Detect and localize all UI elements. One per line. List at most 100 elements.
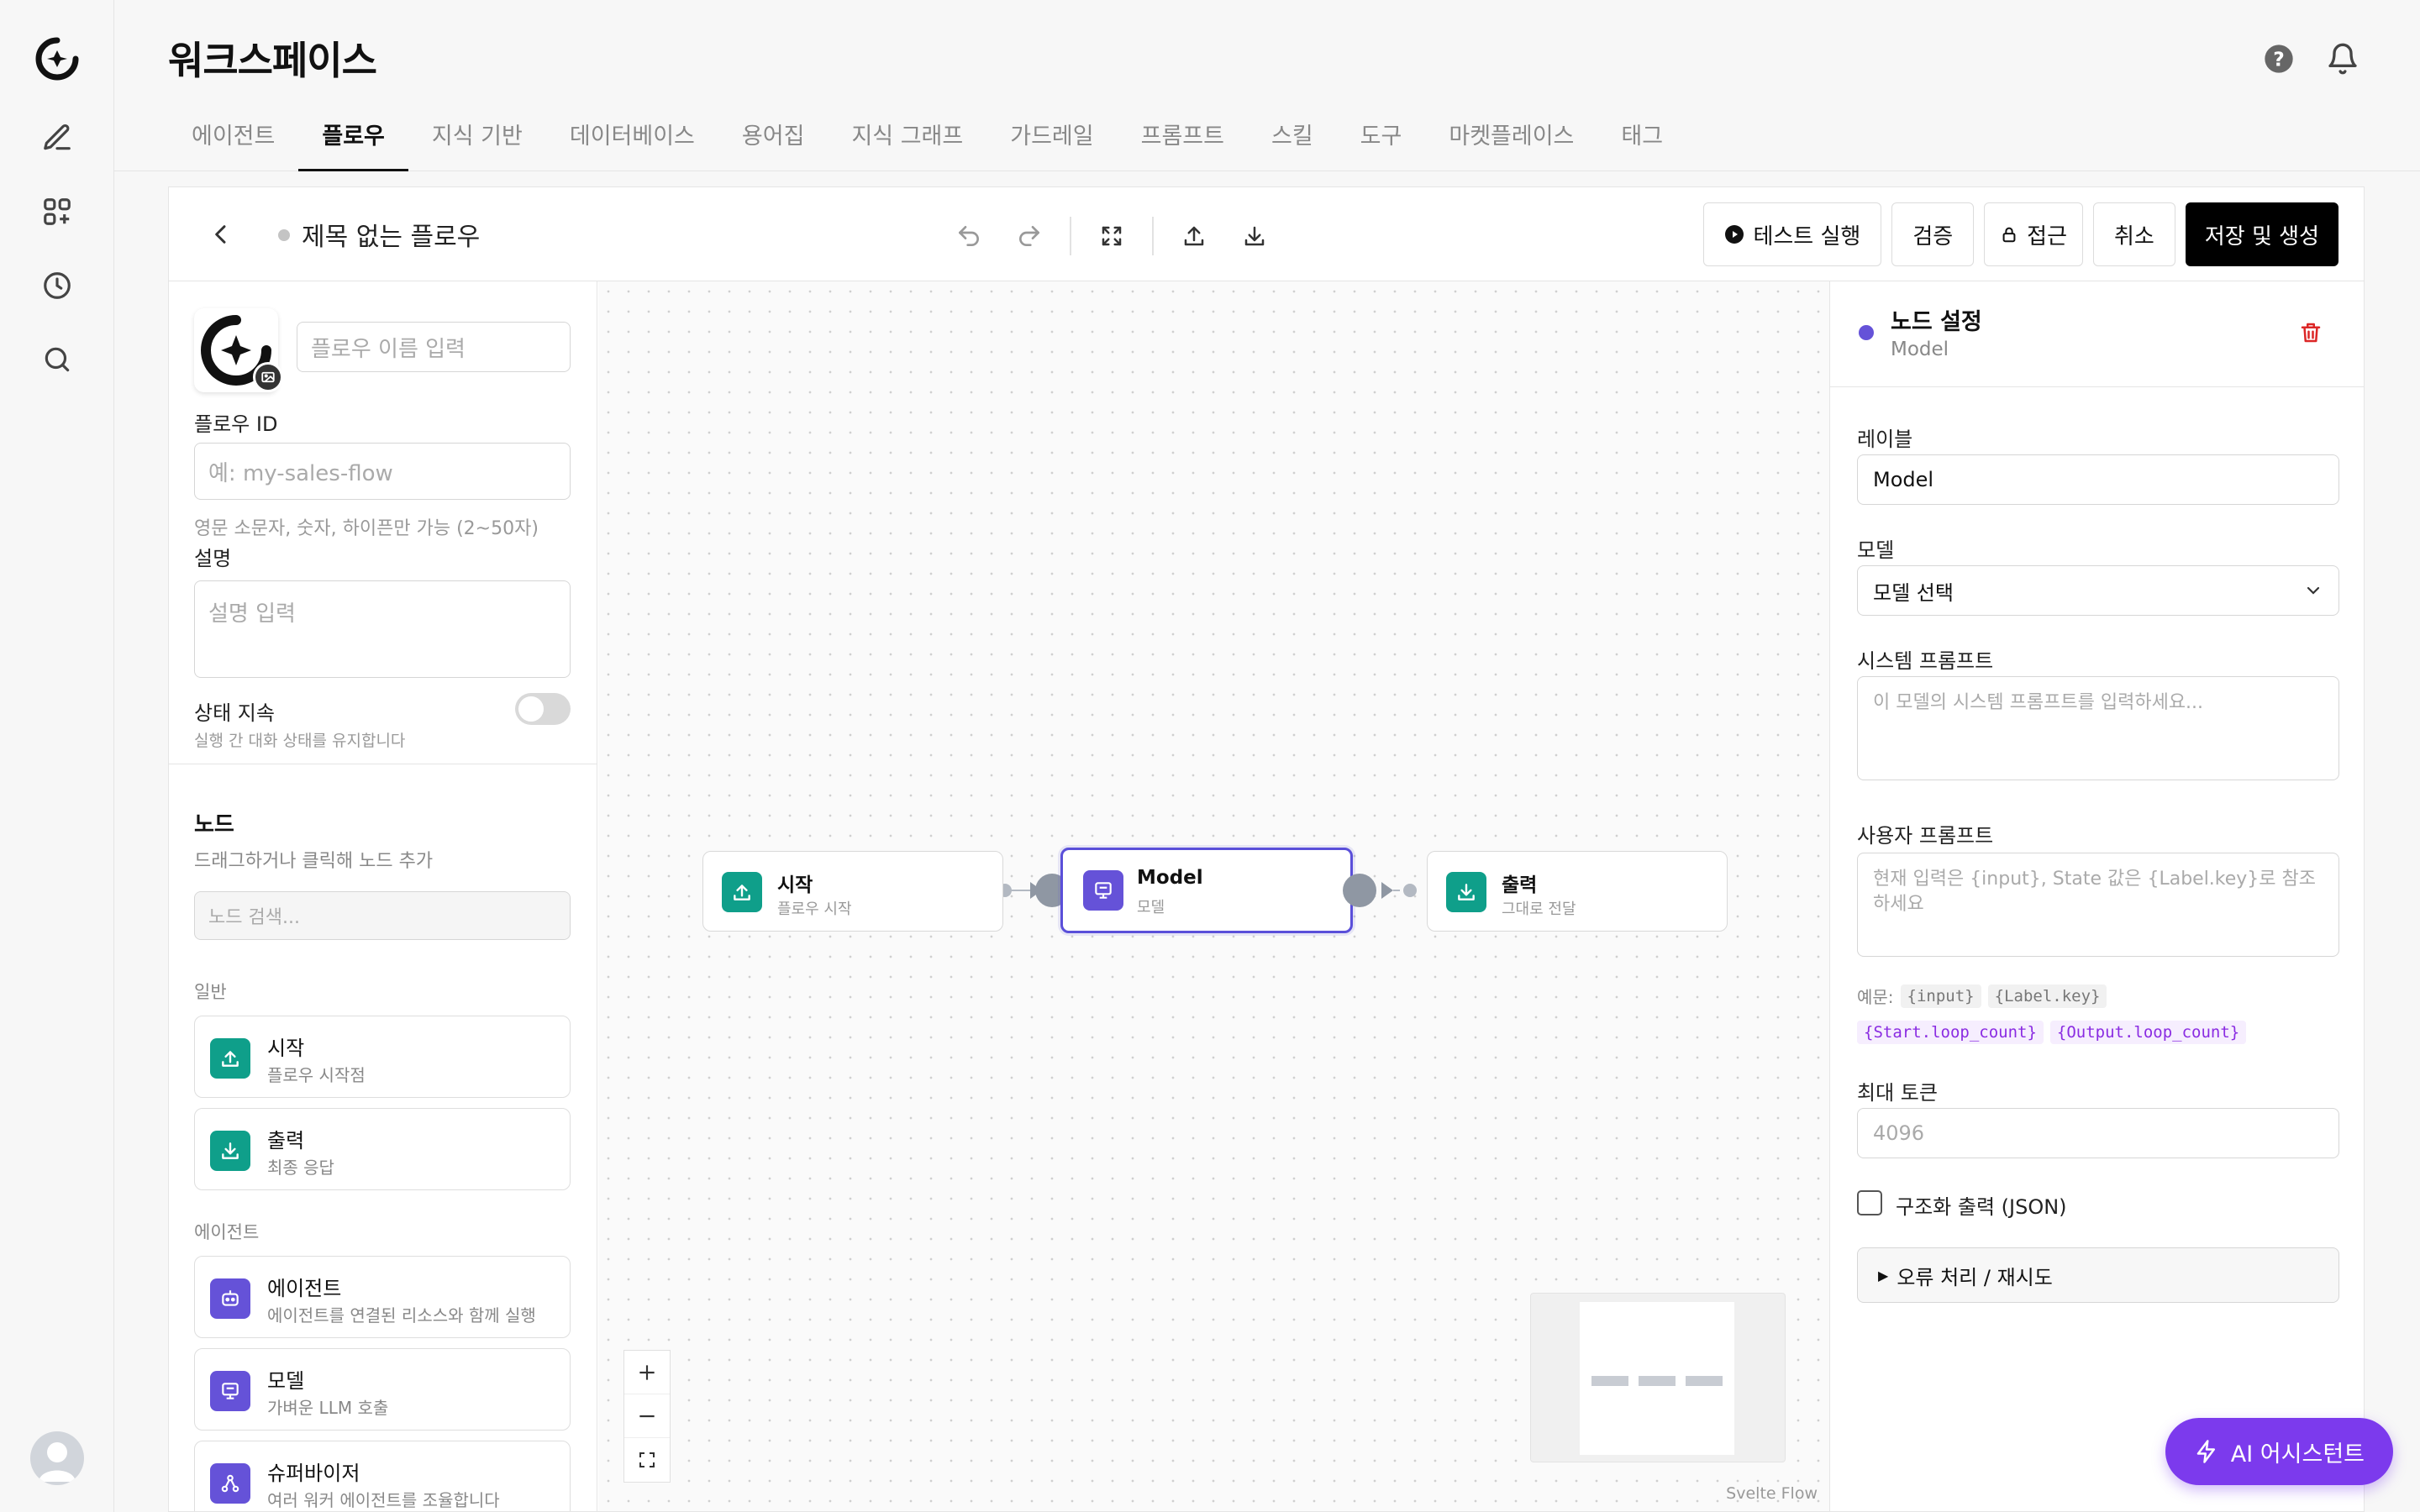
chevron-down-icon [2303, 580, 2323, 601]
user-prompt-label: 사용자 프롬프트 [1857, 824, 1994, 848]
flow-title[interactable]: 제목 없는 플로우 [302, 216, 480, 253]
left-rail [0, 0, 114, 1512]
validate-label: 검증 [1912, 223, 1954, 249]
palette-node-output[interactable]: 출력 최종 응답 [194, 1108, 571, 1190]
palette-node-model[interactable]: 모델 가벼운 LLM 호출 [194, 1348, 571, 1431]
system-prompt-textarea[interactable]: 이 모델의 시스템 프롬프트를 입력하세요... [1857, 676, 2339, 780]
palette-node-title: 출력 [267, 1129, 305, 1152]
minimap-viewport[interactable] [1580, 1302, 1734, 1455]
ai-assistant-button[interactable]: AI 어시스턴트 [2165, 1418, 2393, 1485]
fit-view-icon[interactable] [1090, 214, 1134, 258]
tab-agents[interactable]: 에이전트 [168, 109, 298, 171]
system-prompt-label: 시스템 프롬프트 [1857, 649, 1994, 673]
error-handling-label: 오류 처리 / 재시도 [1897, 1265, 2053, 1289]
zoom-out-icon[interactable] [624, 1394, 670, 1438]
minimap[interactable] [1530, 1293, 1786, 1462]
canvas-node-title: 출력 [1502, 874, 1538, 896]
lock-icon [2000, 225, 2018, 244]
help-icon[interactable]: ? [2262, 42, 2296, 76]
nodes-hint: 드래그하거나 클릭해 노드 추가 [194, 851, 434, 872]
apps-icon[interactable] [37, 192, 77, 232]
cancel-button[interactable]: 취소 [2093, 202, 2175, 266]
flow-name-input[interactable]: 플로우 이름 입력 [297, 322, 571, 372]
back-arrow-icon[interactable] [203, 216, 239, 253]
node-settings-header: 노드 설정 Model [1830, 281, 2364, 387]
palette-node-supervisor[interactable]: 슈퍼바이저 여러 워커 에이전트를 조율합니다 [194, 1441, 571, 1511]
flow-avatar[interactable] [194, 308, 283, 392]
description-textarea[interactable]: 설명 입력 [194, 580, 571, 678]
save-and-create-button[interactable]: 저장 및 생성 [2185, 202, 2338, 266]
error-handling-toggle[interactable]: ▶ 오류 처리 / 재시도 [1857, 1247, 2339, 1303]
palette-node-title: 슈퍼바이저 [267, 1462, 360, 1485]
toolbar-divider [1152, 217, 1154, 255]
delete-node-icon[interactable] [2298, 320, 2323, 345]
tab-skills[interactable]: 스킬 [1248, 109, 1337, 171]
upload-icon [722, 872, 762, 912]
minimap-node [1591, 1376, 1628, 1386]
tab-tools[interactable]: 도구 [1337, 109, 1426, 171]
prompt-examples: 예문: {input} {Label.key} [1857, 984, 2113, 1008]
model-output-handle[interactable] [1343, 874, 1376, 907]
node-settings-subtitle: Model [1891, 339, 1949, 360]
tab-flows[interactable]: 플로우 [298, 109, 408, 172]
canvas-node-subtitle: 플로우 시작 [777, 900, 852, 918]
flow-id-hint: 영문 소문자, 숫자, 하이픈만 가능 (2~50자) [194, 518, 539, 539]
play-icon [1724, 224, 1744, 244]
user-prompt-textarea[interactable]: 현재 입력은 {input}, State 값은 {Label.key}로 참조… [1857, 853, 2339, 957]
palette-node-title: 시작 [267, 1037, 305, 1060]
user-avatar[interactable] [30, 1431, 84, 1485]
canvas-node-model[interactable]: Model 모델 [1060, 848, 1353, 933]
notification-bell-icon[interactable] [2326, 42, 2360, 76]
robot-icon [210, 1278, 250, 1319]
app-logo-icon[interactable] [34, 35, 81, 82]
model-select[interactable]: 모델 선택 [1857, 565, 2339, 616]
download-icon[interactable] [1233, 214, 1276, 258]
image-upload-icon[interactable] [253, 362, 283, 392]
palette-node-start[interactable]: 시작 플로우 시작점 [194, 1016, 571, 1098]
workspace-title: 워크스페이스 [168, 38, 377, 83]
edit-icon[interactable] [37, 118, 77, 158]
svelte-flow-attribution[interactable]: Svelte Flow [1726, 1484, 1818, 1503]
example-code: {Label.key} [1987, 984, 2107, 1008]
canvas-node-start[interactable]: 시작 플로우 시작 [702, 851, 1003, 932]
structured-output-checkbox[interactable] [1857, 1190, 1882, 1215]
flow-id-input[interactable]: 예: my-sales-flow [194, 443, 571, 500]
zoom-in-icon[interactable] [624, 1351, 670, 1394]
label-input[interactable]: Model [1857, 454, 2339, 505]
tab-prompts[interactable]: 프롬프트 [1118, 109, 1248, 171]
validate-button[interactable]: 검증 [1891, 202, 1975, 266]
state-persistence-toggle[interactable] [515, 693, 571, 725]
palette-node-agent[interactable]: 에이전트 에이전트를 연결된 리소스와 함께 실행 [194, 1256, 571, 1338]
group-general-label: 일반 [194, 982, 227, 1002]
nodes-section-title: 노드 [194, 812, 234, 837]
tab-database[interactable]: 데이터베이스 [546, 109, 718, 171]
flow-canvas[interactable]: 시작 플로우 시작 Model 모델 출력 그대로 전달 Svelte Flow [598, 281, 1829, 1511]
test-run-button[interactable]: 테스트 실행 [1703, 202, 1882, 266]
lightning-icon [2194, 1439, 2219, 1464]
canvas-node-output[interactable]: 출력 그대로 전달 [1427, 851, 1728, 932]
tab-glossary[interactable]: 용어집 [718, 109, 829, 171]
prompt-examples-extra: {Start.loop_count} {Output.loop_count} [1857, 1021, 2253, 1044]
fit-screen-icon[interactable] [624, 1438, 670, 1482]
history-icon[interactable] [37, 265, 77, 306]
undo-icon[interactable] [947, 214, 991, 258]
structured-output-label: 구조화 출력 (JSON) [1896, 1195, 2067, 1219]
editor-toolbar: 제목 없는 플로우 테스트 실행 검증 접근 취소 저장 및 생성 [169, 187, 2364, 281]
max-tokens-input[interactable]: 4096 [1857, 1108, 2339, 1158]
tab-marketplace[interactable]: 마켓플레이스 [1425, 109, 1597, 171]
page-header: 워크스페이스 ? 에이전트 플로우 지식 기반 데이터베이스 용어집 지식 그래… [114, 0, 2420, 172]
tab-tags[interactable]: 태그 [1597, 109, 1686, 171]
access-button[interactable]: 접근 [1984, 202, 2084, 266]
search-icon[interactable] [37, 339, 77, 380]
tab-guardrails[interactable]: 가드레일 [986, 109, 1117, 171]
node-search-input[interactable]: 노드 검색... [194, 891, 571, 940]
flow-status-dot [278, 229, 290, 241]
node-settings-panel: 노드 설정 Model 레이블 Model 모델 모델 선택 시스템 프롬프트 … [1829, 281, 2364, 1511]
zoom-controls [623, 1350, 671, 1483]
upload-icon[interactable] [1172, 214, 1216, 258]
tab-knowledge-graph[interactable]: 지식 그래프 [828, 109, 986, 171]
tab-knowledge-base[interactable]: 지식 기반 [408, 109, 546, 171]
workspace-tabs: 에이전트 플로우 지식 기반 데이터베이스 용어집 지식 그래프 가드레일 프롬… [168, 109, 1686, 172]
target-handle[interactable] [1403, 884, 1417, 897]
redo-icon[interactable] [1007, 214, 1051, 258]
